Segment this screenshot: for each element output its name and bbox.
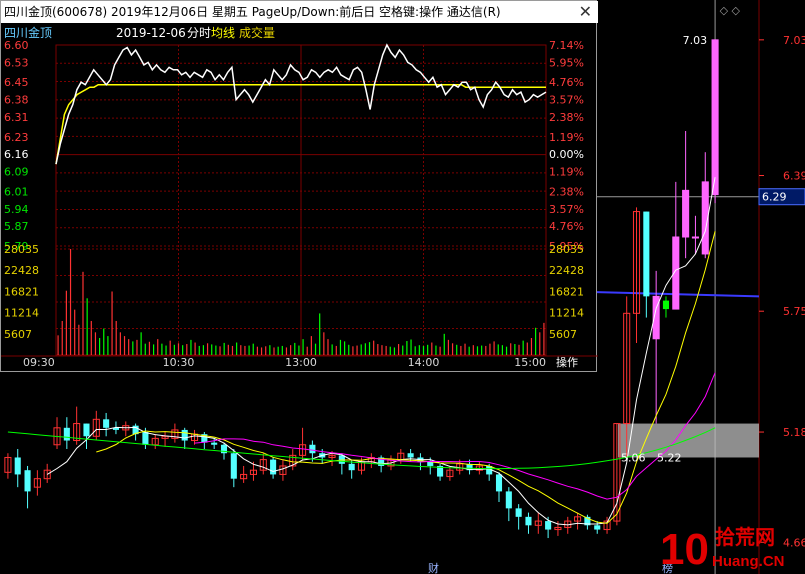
price-tick-left: 6.60 (4, 39, 29, 52)
price-tick-left: 6.01 (4, 185, 29, 198)
price-tick-left: 5.94 (4, 203, 29, 216)
candle-body (348, 463, 355, 471)
candle-body (505, 491, 512, 509)
intraday-grid (1, 44, 598, 357)
watermark-number: 10 (660, 525, 709, 574)
candle-body (309, 444, 316, 454)
pct-tick-right: 3.57% (549, 94, 584, 107)
bottom-label: 财 (428, 561, 439, 574)
price-tick-left: 5.87 (4, 220, 29, 233)
candle-body (682, 189, 690, 238)
diamond-icon: ◇ ◇ (720, 4, 741, 17)
candle-body (545, 521, 552, 530)
price-tick-left: 6.53 (4, 56, 29, 69)
volume-tick-left: 22428 (4, 264, 39, 277)
high-label: 7.03 (683, 34, 708, 47)
candle-body (63, 427, 70, 441)
ma60-line (7, 427, 716, 470)
candle-body (24, 470, 31, 492)
candle-body (270, 459, 277, 475)
time-label: 13:00 (285, 356, 317, 369)
chart-period: 分时 (187, 26, 211, 40)
time-label: 15:00 (514, 356, 546, 369)
current-price-tag: 6.29 (762, 191, 787, 204)
price-axis-label: 5.18 (783, 426, 805, 439)
watermark-text: 拾荒网 (715, 525, 775, 549)
popup-title-bar[interactable]: 四川金顶(600678) 2019年12月06日 星期五 PageUp/Down… (1, 1, 598, 23)
price-axis-label: 6.39 (783, 170, 805, 183)
candle-body (142, 432, 149, 445)
volume-tick-right: 5607 (549, 328, 577, 341)
candle-body (594, 525, 601, 530)
pct-tick-right: 1.19% (549, 166, 584, 179)
pct-tick-right: 5.95% (549, 56, 584, 69)
pct-tick-right: 4.76% (549, 76, 584, 89)
price-axis-label: 7.03 (783, 34, 805, 47)
candle-body (525, 516, 532, 526)
volume-tick-right: 28035 (549, 243, 584, 256)
candle-body (230, 453, 237, 479)
pct-tick-right: 4.76% (549, 220, 584, 233)
pct-tick-right: 0.00% (549, 148, 584, 161)
price-tick-left: 6.23 (4, 131, 29, 144)
watermark: 10 拾荒网 Huang.CN (660, 525, 785, 574)
candle-body (103, 419, 110, 428)
candle-body (83, 423, 90, 437)
watermark-domain: Huang.CN (712, 553, 785, 570)
time-label: 14:00 (408, 356, 440, 369)
candle-body (691, 236, 699, 239)
volume-tick-right: 22428 (549, 264, 584, 277)
operate-label: 操作 (556, 355, 578, 369)
candle-body (515, 508, 522, 517)
pct-tick-right: 7.14% (549, 39, 584, 52)
volume-tick-right: 11214 (549, 307, 584, 320)
volume-tick-left: 16821 (4, 285, 39, 298)
price-tick-left: 6.38 (4, 94, 29, 107)
pct-tick-right: 3.57% (549, 203, 584, 216)
candle-body (711, 39, 719, 196)
volume-tick-left: 5607 (4, 328, 32, 341)
pct-tick-right: 1.19% (549, 131, 584, 144)
intraday-popup-window[interactable]: 四川金顶(600678) 2019年12月06日 星期五 PageUp/Down… (0, 0, 598, 373)
time-label: 10:30 (163, 356, 195, 369)
candle-body (662, 300, 670, 310)
candle-body (495, 474, 503, 492)
intraday-chart[interactable]: 四川金顶 2019-12-06 分时 均线 成交量 6.60 7.14% 6.53 5.95%… (1, 23, 598, 373)
pct-tick-right: 2.38% (549, 185, 584, 198)
price-tick-left: 6.16 (4, 148, 29, 161)
price-tick-left: 6.45 (4, 76, 29, 89)
chart-date: 2019-12-06 (116, 26, 186, 40)
volume-tick-left: 11214 (4, 307, 39, 320)
price-tick-left: 6.31 (4, 111, 29, 124)
low-label: 5.22 (657, 451, 682, 464)
candle-body (407, 453, 414, 458)
time-label: 09:30 (23, 356, 55, 369)
stock-name: 四川金顶 (4, 25, 52, 40)
candle-body (14, 457, 21, 475)
popup-title: 四川金顶(600678) 2019年12月06日 星期五 PageUp/Down… (4, 5, 501, 19)
price-tick-left: 6.09 (4, 166, 29, 179)
intraday-header: 四川金顶 2019-12-06 分时 均线 成交量 (4, 25, 275, 40)
legend-volume: 成交量 (239, 25, 275, 40)
volume-tick-left: 28035 (4, 243, 39, 256)
candle-body (643, 211, 650, 297)
candle-body (181, 429, 188, 441)
close-icon[interactable]: ✕ (579, 1, 592, 23)
intraday-axis-labels: 6.60 7.14% 6.53 5.95% 6.45 4.76% 6.38 3.57% 6.31… (4, 39, 584, 369)
kline-price-axis: 7.036.395.755.184.666.29 (758, 34, 805, 549)
low-label: 5.06 (621, 451, 646, 464)
volume-tick-right: 16821 (549, 285, 584, 298)
pct-tick-right: 2.38% (549, 111, 584, 124)
legend-avg: 均线 (211, 26, 235, 40)
price-axis-label: 5.75 (783, 305, 805, 318)
candle-body (211, 442, 218, 445)
